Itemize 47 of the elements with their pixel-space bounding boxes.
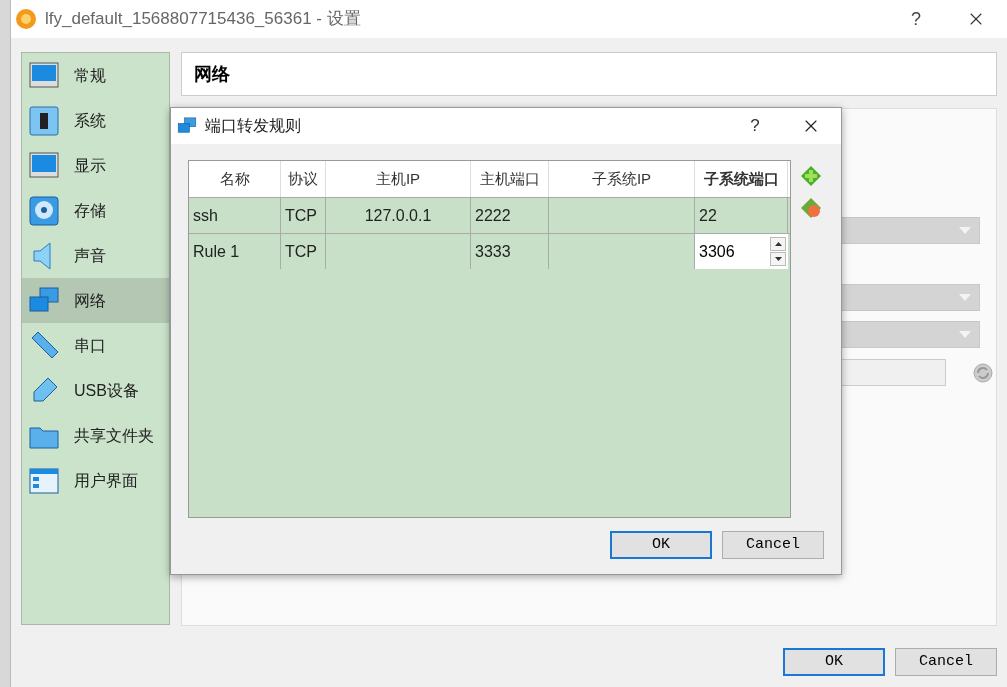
spin-box[interactable]: 3306 — [695, 234, 788, 269]
column-header[interactable]: 名称 — [189, 161, 281, 197]
window-title: lfy_default_1568807715436_56361 - 设置 — [45, 8, 361, 31]
sidebar-item[interactable]: 串口 — [22, 323, 169, 368]
table-cell: Rule 1 — [189, 234, 281, 269]
table-cell: ssh — [189, 198, 281, 233]
column-header[interactable]: 子系统端口 — [695, 161, 788, 197]
table-cell: 127.0.0.1 — [326, 198, 471, 233]
sidebar-item[interactable]: 用户界面 — [22, 458, 169, 503]
up-arrow-icon — [774, 242, 782, 246]
network-icon — [177, 116, 197, 136]
table-cell: 22 — [695, 198, 788, 233]
column-header[interactable]: 协议 — [281, 161, 326, 197]
column-header[interactable]: 主机端口 — [471, 161, 549, 197]
add-rule-button[interactable] — [799, 164, 823, 188]
down-arrow-icon — [774, 257, 782, 261]
table-cell: 3333 — [471, 234, 549, 269]
table-cell: 2222 — [471, 198, 549, 233]
cancel-button[interactable]: Cancel — [722, 531, 824, 559]
sidebar-item[interactable]: USB设备 — [22, 368, 169, 413]
caret-icon — [959, 226, 971, 235]
column-header[interactable]: 子系统IP — [549, 161, 695, 197]
spin-up-button[interactable] — [770, 237, 786, 251]
app-icon — [15, 8, 37, 30]
sidebar-item[interactable]: 声音 — [22, 233, 169, 278]
remove-rule-button[interactable] — [799, 196, 823, 220]
refresh-icon — [972, 361, 994, 384]
sidebar-item[interactable]: 显示 — [22, 143, 169, 188]
help-button[interactable]: ? — [743, 113, 767, 139]
dialog-title: 端口转发规则 — [205, 116, 301, 136]
sidebar-item[interactable]: 常规 — [22, 53, 169, 98]
column-header[interactable]: 主机IP — [326, 161, 471, 197]
ok-button[interactable]: OK — [610, 531, 712, 559]
ok-button[interactable]: OK — [783, 648, 885, 676]
help-button[interactable]: ? — [901, 5, 931, 33]
sidebar-item[interactable]: 存储 — [22, 188, 169, 233]
table-cell: TCP — [281, 198, 326, 233]
sidebar-item[interactable]: 共享文件夹 — [22, 413, 169, 458]
sidebar-item[interactable]: 网络 — [22, 278, 169, 323]
caret-icon — [959, 293, 971, 302]
chip-icon — [28, 104, 60, 137]
caret-icon — [959, 330, 971, 339]
spin-down-button[interactable] — [770, 252, 786, 266]
sidebar-item[interactable]: 系统 — [22, 98, 169, 143]
table-cell: TCP — [281, 234, 326, 269]
section-title: 网络 — [194, 62, 230, 86]
cancel-button[interactable]: Cancel — [895, 648, 997, 676]
